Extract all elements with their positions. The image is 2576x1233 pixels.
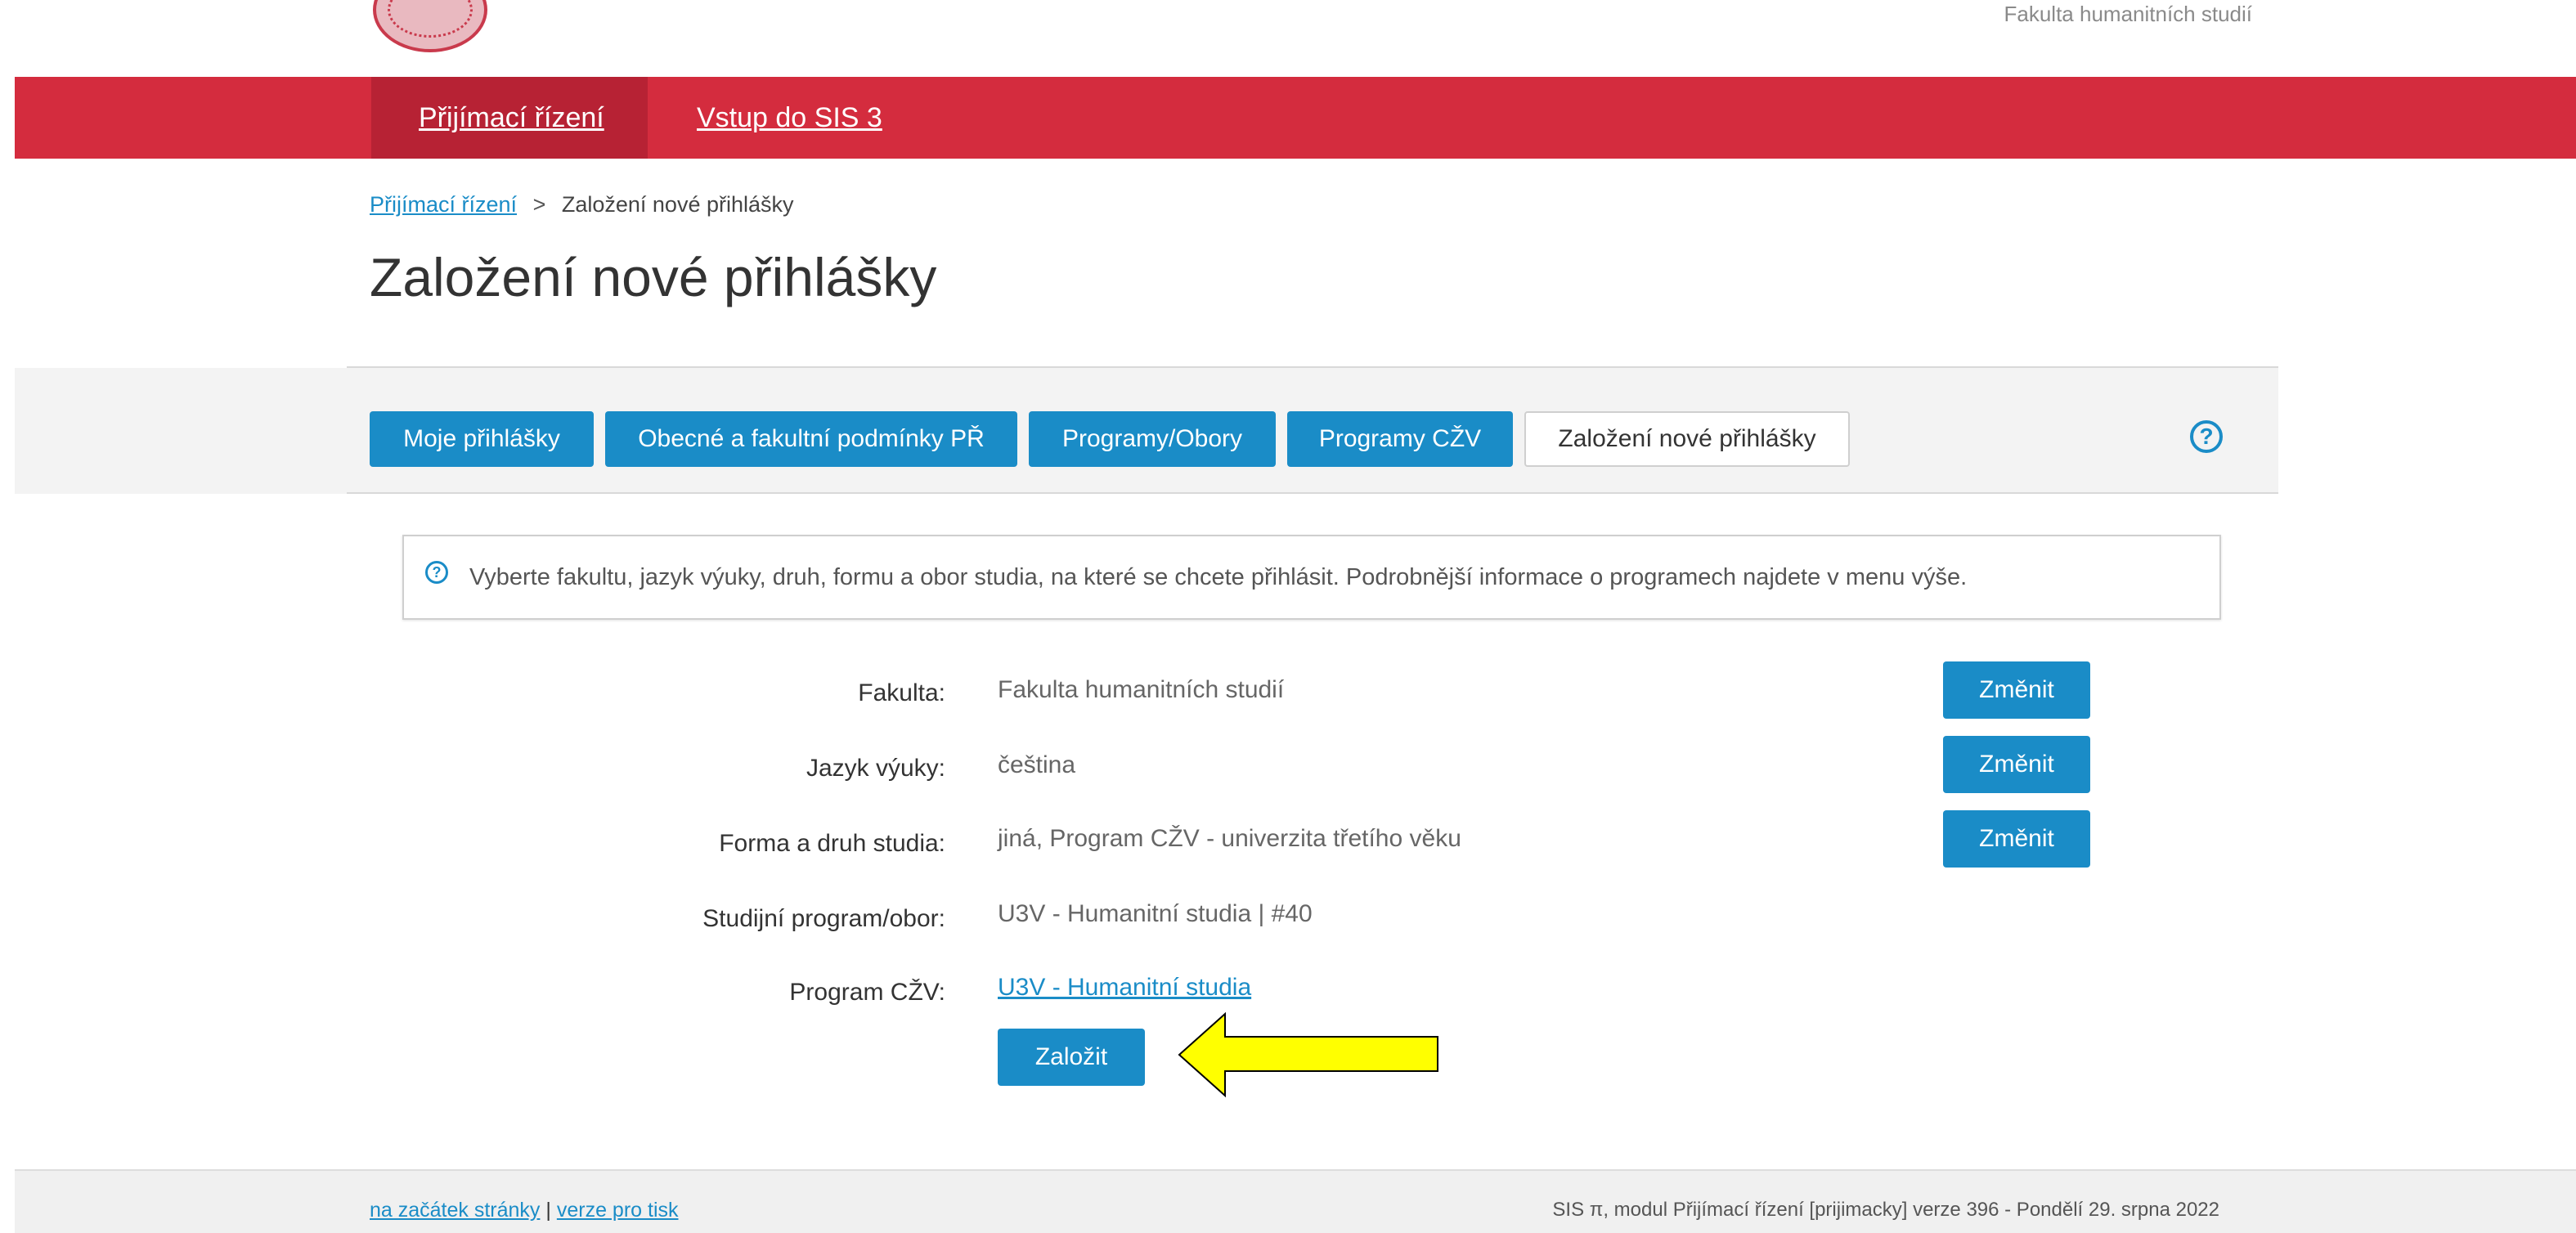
label-forma: Forma a druh studia: [719, 830, 945, 857]
value-forma: jiná, Program CŽV - univerzita třetího v… [998, 825, 1461, 852]
value-program-czv: U3V - Humanitní studia [998, 971, 1251, 1004]
change-study-form-button[interactable]: Změnit [1943, 810, 2090, 868]
info-text: Vyberte fakultu, jazyk výuky, druh, form… [469, 564, 1968, 590]
change-language-button[interactable]: Změnit [1943, 736, 2090, 793]
version-info: SIS π, modul Přijímací řízení [prijimack… [1552, 1199, 2219, 1221]
footer-divider: | [545, 1199, 551, 1222]
value-fakulta: Fakulta humanitních studií [998, 676, 1285, 703]
divider [347, 366, 2278, 368]
label-fakulta: Fakulta: [858, 679, 945, 706]
breadcrumb-link[interactable]: Přijímací řízení [370, 192, 517, 217]
nav-link-prijimaci-rizeni[interactable]: Přijímací řízení [419, 77, 604, 159]
tab-podminky[interactable]: Obecné a fakultní podmínky PŘ [605, 411, 1017, 467]
university-logo [373, 0, 487, 52]
tab-zalozeni-prihlasky[interactable]: Založení nové přihlášky [1524, 411, 1850, 467]
change-faculty-button[interactable]: Změnit [1943, 661, 2090, 719]
value-jazyk: čeština [998, 751, 1076, 778]
yellow-arrow-icon [1178, 1011, 1438, 1098]
footer-links: na začátek stránky | verze pro tisk [370, 1195, 679, 1225]
label-program-czv: Program CŽV: [789, 979, 945, 1006]
breadcrumb-separator: > [532, 192, 546, 217]
program-czv-link[interactable]: U3V - Humanitní studia [998, 974, 1251, 1001]
label-jazyk: Jazyk výuky: [806, 755, 945, 782]
submit-zalozit-button[interactable]: Založit [998, 1029, 1145, 1086]
breadcrumb-current: Založení nové přihlášky [561, 192, 794, 217]
print-version-link[interactable]: verze pro tisk [557, 1199, 679, 1222]
nav-link-vstup-do-sis[interactable]: Vstup do SIS 3 [697, 77, 882, 159]
tab-moje-prihlasky[interactable]: Moje přihlášky [370, 411, 594, 467]
help-icon[interactable]: ? [2190, 420, 2223, 453]
tab-programy-czv[interactable]: Programy CŽV [1287, 411, 1513, 467]
page-title: Založení nové přihlášky [370, 247, 937, 307]
value-program: U3V - Humanitní studia | #40 [998, 900, 1313, 927]
breadcrumb: Přijímací řízení > Založení nové přihláš… [370, 190, 794, 219]
divider [347, 492, 2278, 494]
info-icon: ? [425, 561, 448, 584]
label-program: Studijní program/obor: [702, 905, 945, 932]
tab-programy-obory[interactable]: Programy/Obory [1029, 411, 1276, 467]
faculty-name: Fakulta humanitních studií [2004, 2, 2253, 26]
back-to-top-link[interactable]: na začátek stránky [370, 1199, 540, 1222]
